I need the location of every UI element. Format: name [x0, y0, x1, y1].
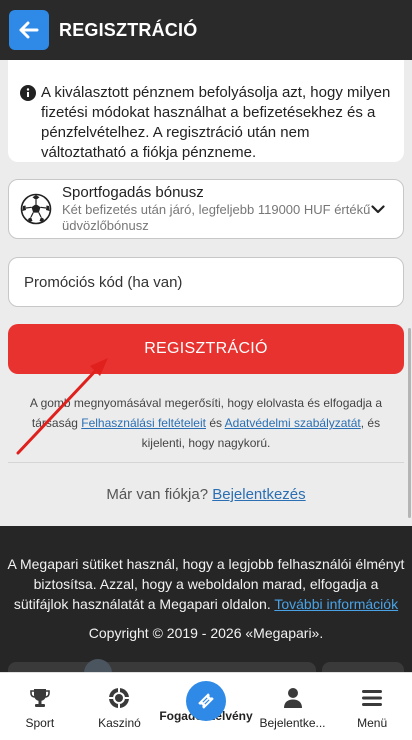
nav-menu-label: Menü — [357, 716, 388, 730]
nav-casino-label: Kaszinó — [98, 716, 141, 730]
betslip-button[interactable] — [185, 681, 226, 721]
registration-form: A kiválasztott pénznem befolyásolja azt,… — [0, 60, 412, 526]
currency-info-card: A kiválasztott pénznem befolyásolja azt,… — [8, 60, 404, 162]
divider — [8, 462, 404, 463]
arrow-left-icon — [19, 21, 39, 39]
chevron-down-icon — [371, 204, 385, 213]
bonus-description: Két befizetés után járó, legfeljebb 1190… — [62, 202, 371, 233]
nav-menu[interactable]: Menü — [332, 673, 412, 740]
bottom-navigation: Sport Kaszinó Foga — [0, 672, 412, 740]
bonus-select[interactable]: Sportfogadás bónusz Két befizetés után j… — [8, 179, 404, 239]
currency-info-text: A kiválasztott pénznem befolyásolja azt,… — [41, 84, 391, 161]
ticket-icon — [198, 693, 214, 709]
cookie-text-block: A Megapari sütiket használ, hogy a legjo… — [6, 554, 406, 614]
info-icon — [20, 85, 36, 101]
cookie-banner: A Megapari sütiket használ, hogy a legjo… — [0, 526, 412, 687]
legal-text-and: és — [205, 416, 225, 430]
login-link[interactable]: Bejelentkezés — [212, 486, 305, 503]
terms-link[interactable]: Felhasználási feltételeit — [81, 416, 206, 430]
back-button[interactable] — [9, 10, 49, 50]
trophy-icon — [30, 689, 50, 707]
user-icon — [283, 688, 302, 708]
soccer-ball-icon — [20, 193, 52, 225]
nav-sport-label: Sport — [25, 716, 55, 730]
legal-notice: A gomb megnyomásával megerősíti, hogy el… — [16, 393, 396, 453]
register-button-label: REGISZTRÁCIÓ — [144, 340, 268, 357]
nav-login[interactable]: Bejelentke... — [253, 673, 333, 740]
more-info-link[interactable]: További információk — [274, 596, 398, 612]
nav-sport[interactable]: Sport — [0, 673, 80, 740]
register-button[interactable]: REGISZTRÁCIÓ — [8, 324, 404, 374]
bonus-title: Sportfogadás bónusz — [62, 184, 204, 201]
nav-login-label: Bejelentke... — [259, 716, 326, 730]
privacy-policy-link[interactable]: Adatvédelmi szabályzatát — [225, 416, 361, 430]
login-prompt: Már van fiókja? Bejelentkezés — [0, 486, 412, 503]
scrollbar[interactable] — [408, 328, 411, 518]
promo-code-placeholder: Promóciós kód (ha van) — [24, 273, 183, 291]
copyright-text: Copyright © 2019 - 2026 «Megapari». — [88, 625, 324, 641]
menu-icon — [362, 690, 383, 706]
app-header: REGISZTRÁCIÓ — [0, 0, 412, 60]
page-title: REGISZTRÁCIÓ — [59, 19, 198, 40]
nav-betslip[interactable]: Fogadószelvény — [159, 673, 253, 740]
nav-casino[interactable]: Kaszinó — [80, 673, 160, 740]
promo-code-input[interactable]: Promóciós kód (ha van) — [8, 257, 404, 307]
login-question: Már van fiókja? — [106, 486, 213, 503]
chip-icon — [109, 688, 130, 708]
